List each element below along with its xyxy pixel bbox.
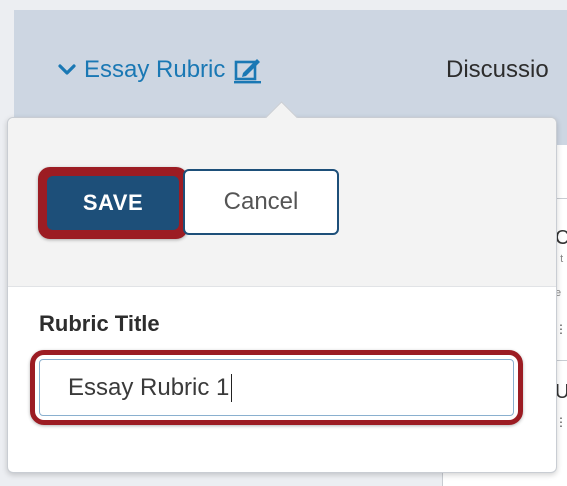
tab-discussion-label: Discussio <box>446 56 549 83</box>
rubric-edit-popover: SAVE Cancel Rubric Title Essay Rubric 1 <box>7 101 557 473</box>
save-button[interactable]: SAVE <box>38 167 188 239</box>
rubric-toggle-label: Essay Rubric <box>84 56 226 83</box>
rubric-title-value: Essay Rubric 1 <box>68 373 230 401</box>
rubric-title-input[interactable]: Essay Rubric 1 <box>39 359 514 416</box>
tab-discussion[interactable]: Discussio <box>446 52 549 88</box>
edit-icon[interactable] <box>233 56 263 84</box>
rubric-toggle[interactable]: Essay Rubric <box>58 52 263 88</box>
save-button-label: SAVE <box>47 176 179 230</box>
rubric-title-highlight: Essay Rubric 1 <box>30 350 523 425</box>
text-caret <box>231 373 233 402</box>
rubric-title-label: Rubric Title <box>39 311 160 336</box>
cancel-button[interactable]: Cancel <box>183 169 339 235</box>
chevron-down-icon <box>58 63 76 77</box>
